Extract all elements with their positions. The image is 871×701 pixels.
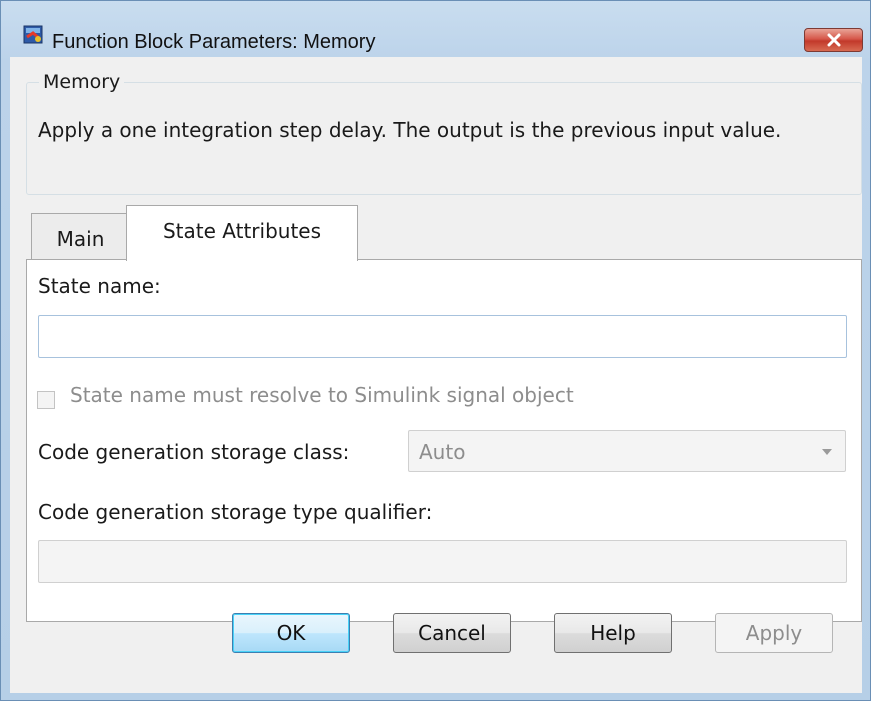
window-title: Function Block Parameters: Memory (52, 31, 376, 53)
tab-main[interactable]: Main (31, 213, 130, 260)
type-qualifier-label: Code generation storage type qualifier: (38, 500, 433, 524)
title-bar[interactable]: Function Block Parameters: Memory (1, 1, 870, 53)
resolve-signal-checkbox-label: State name must resolve to Simulink sign… (70, 383, 574, 407)
simulink-block-icon (22, 23, 45, 46)
tab-state-attributes[interactable]: State Attributes (126, 205, 358, 261)
help-button[interactable]: Help (554, 613, 672, 653)
group-title: Memory (39, 71, 125, 93)
state-name-label: State name: (38, 274, 161, 298)
ok-button[interactable]: OK (232, 613, 350, 653)
storage-class-select[interactable]: Auto (408, 430, 846, 472)
dialog-window: Function Block Parameters: Memory Memory… (0, 0, 871, 701)
storage-class-value: Auto (419, 440, 466, 464)
type-qualifier-input[interactable] (38, 540, 847, 583)
close-button[interactable] (804, 28, 863, 52)
close-icon (827, 33, 841, 47)
apply-button[interactable]: Apply (715, 613, 833, 653)
chevron-down-icon (822, 449, 832, 455)
state-name-input[interactable] (38, 315, 847, 358)
tab-label: State Attributes (162, 219, 322, 243)
storage-class-label: Code generation storage class: (38, 440, 350, 464)
resolve-signal-checkbox[interactable] (37, 391, 55, 409)
dialog-client-area: Memory Apply a one integration step dela… (10, 57, 862, 693)
cancel-button[interactable]: Cancel (393, 613, 511, 653)
tab-label: Main (56, 227, 105, 251)
block-description: Apply a one integration step delay. The … (38, 118, 782, 142)
